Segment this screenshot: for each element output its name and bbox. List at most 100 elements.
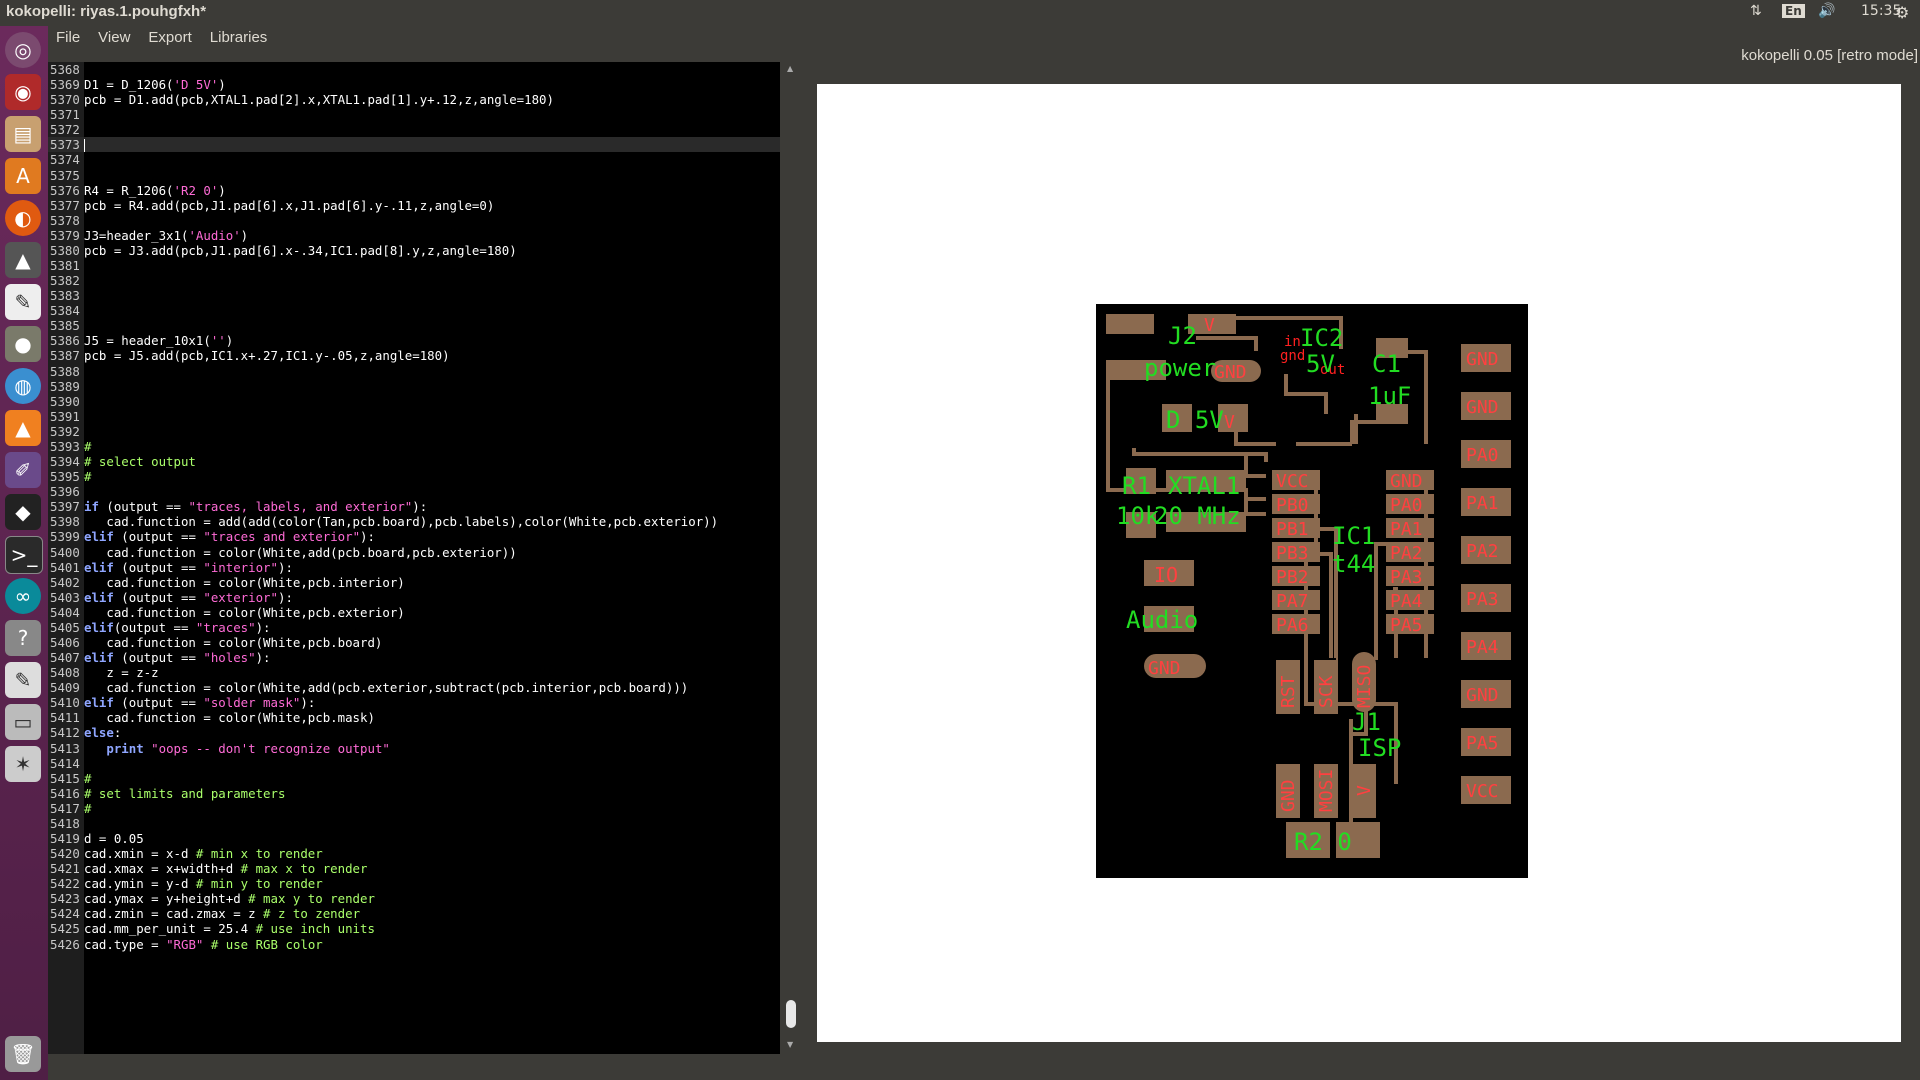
code-line[interactable]: 5399 elif (output == "traces and exterior… bbox=[48, 529, 780, 544]
code-line[interactable]: 5392 bbox=[48, 424, 780, 439]
code-line[interactable]: 5410 elif (output == "solder mask"): bbox=[48, 695, 780, 710]
pen-tool-icon[interactable]: ✐ bbox=[5, 452, 41, 488]
code-text-line[interactable]: cad.function = color(White,pcb.mask) bbox=[84, 710, 375, 725]
arduino-icon[interactable]: ∞ bbox=[5, 578, 41, 614]
code-line[interactable]: 5380 pcb = J3.add(pcb,J1.pad[6].x-.34,IC1… bbox=[48, 243, 780, 258]
drive-icon[interactable]: ▭ bbox=[5, 704, 41, 740]
code-line[interactable]: 5372 bbox=[48, 122, 780, 137]
menu-libraries[interactable]: Libraries bbox=[202, 28, 278, 46]
code-text-line[interactable]: pcb = J5.add(pcb,IC1.x+.27,IC1.y-.05,z,a… bbox=[84, 348, 450, 363]
code-text-line[interactable]: cad.xmin = x-d # min x to render bbox=[84, 846, 323, 861]
code-text-line[interactable]: if (output == "traces, labels, and exter… bbox=[84, 499, 427, 514]
code-line[interactable]: 5412 else: bbox=[48, 725, 780, 740]
code-line[interactable]: 5394 # select output bbox=[48, 454, 780, 469]
code-line[interactable]: 5376 R4 = R_1206('R2 0') bbox=[48, 183, 780, 198]
code-line[interactable]: 5373 bbox=[48, 137, 780, 153]
code-text-line[interactable]: cad.function = color(White,add(pcb.board… bbox=[84, 545, 516, 560]
network-icon[interactable]: ⇅ bbox=[1750, 3, 1762, 19]
code-line[interactable]: 5382 bbox=[48, 273, 780, 288]
code-text-line[interactable]: d = 0.05 bbox=[84, 831, 144, 846]
code-line[interactable]: 5389 bbox=[48, 379, 780, 394]
code-text-line[interactable]: # bbox=[84, 469, 91, 484]
code-text-line[interactable]: cad.ymin = y-d # min y to render bbox=[84, 876, 323, 891]
code-line[interactable]: 5419 d = 0.05 bbox=[48, 831, 780, 846]
code-line[interactable]: 5402 cad.function = color(White,pcb.inte… bbox=[48, 575, 780, 590]
code-line[interactable]: 5409 cad.function = color(White,add(pcb.… bbox=[48, 680, 780, 695]
code-text-line[interactable]: cad.function = color(White,add(pcb.exter… bbox=[84, 680, 688, 695]
code-line[interactable]: 5369 D1 = D_1206('D 5V') bbox=[48, 77, 780, 92]
inkscape-icon[interactable]: ▲ bbox=[5, 242, 41, 278]
code-line[interactable]: 5407 elif (output == "holes"): bbox=[48, 650, 780, 665]
scroll-down-icon[interactable]: ▼ bbox=[787, 1040, 793, 1049]
code-line[interactable]: 5413 print "oops -- don't recognize outp… bbox=[48, 741, 780, 756]
code-line[interactable]: 5400 cad.function = color(White,add(pcb.… bbox=[48, 545, 780, 560]
code-text-line[interactable]: cad.type = "RGB" # use RGB color bbox=[84, 937, 323, 952]
software-center-icon[interactable]: A bbox=[5, 158, 41, 194]
code-text-line[interactable]: R4 = R_1206('R2 0') bbox=[84, 183, 226, 198]
code-text-line[interactable]: elif (output == "traces and exterior"): bbox=[84, 529, 375, 544]
code-line[interactable]: 5374 bbox=[48, 152, 780, 167]
code-editor[interactable]: 5368 5369 D1 = D_1206('D 5V') 5370 pcb = D1.… bbox=[48, 62, 780, 1054]
flash-icon[interactable]: ◆ bbox=[5, 494, 41, 530]
code-line[interactable]: 5418 bbox=[48, 816, 780, 831]
code-line[interactable]: 5416 # set limits and parameters bbox=[48, 786, 780, 801]
code-line[interactable]: 5391 bbox=[48, 409, 780, 424]
code-line[interactable]: 5415 # bbox=[48, 771, 780, 786]
code-line[interactable]: 5368 bbox=[48, 62, 780, 77]
code-line[interactable]: 5379 J3=header_3x1('Audio') bbox=[48, 228, 780, 243]
menu-view[interactable]: View bbox=[90, 28, 140, 46]
code-line[interactable]: 5403 elif (output == "exterior"): bbox=[48, 590, 780, 605]
terminal-icon[interactable]: >_ bbox=[5, 536, 43, 574]
volume-icon[interactable]: 🔊 bbox=[1818, 3, 1835, 19]
code-text-line[interactable]: cad.function = color(White,pcb.board) bbox=[84, 635, 382, 650]
code-text-line[interactable]: pcb = J3.add(pcb,J1.pad[6].x-.34,IC1.pad… bbox=[84, 243, 517, 258]
code-text-line[interactable]: cad.function = color(White,pcb.exterior) bbox=[84, 605, 404, 620]
code-line[interactable]: 5404 cad.function = color(White,pcb.exte… bbox=[48, 605, 780, 620]
code-line[interactable]: 5387 pcb = J5.add(pcb,IC1.x+.27,IC1.y-.05… bbox=[48, 348, 780, 363]
code-text-line[interactable]: # select output bbox=[84, 454, 196, 469]
code-line[interactable]: 5385 bbox=[48, 318, 780, 333]
trash-icon[interactable]: 🗑 bbox=[5, 1036, 41, 1072]
code-text-line[interactable]: elif (output == "interior"): bbox=[84, 560, 293, 575]
scroll-up-icon[interactable]: ▲ bbox=[787, 64, 793, 73]
code-text-line[interactable]: else: bbox=[84, 725, 121, 740]
code-line[interactable]: 5396 bbox=[48, 484, 780, 499]
files-icon[interactable]: ▤ bbox=[5, 116, 41, 152]
code-text-line[interactable]: cad.zmin = cad.zmax = z # z to zender bbox=[84, 906, 360, 921]
code-text-line[interactable]: # bbox=[84, 439, 91, 454]
chromium-icon[interactable]: ◍ bbox=[5, 368, 41, 404]
code-text-line[interactable]: J5 = header_10x1('') bbox=[84, 333, 233, 348]
code-text-line[interactable]: elif(output == "traces"): bbox=[84, 620, 271, 635]
code-text-line[interactable]: pcb = D1.add(pcb,XTAL1.pad[2].x,XTAL1.pa… bbox=[84, 92, 554, 107]
code-line[interactable]: 5411 cad.function = color(White,pcb.mask… bbox=[48, 710, 780, 725]
code-text-line[interactable]: cad.function = add(add(color(Tan,pcb.boa… bbox=[84, 514, 718, 529]
scroll-thumb[interactable] bbox=[786, 1000, 796, 1028]
code-text-line[interactable]: # bbox=[84, 801, 91, 816]
code-line[interactable]: 5393 # bbox=[48, 439, 780, 454]
keyboard-indicator[interactable]: En bbox=[1782, 4, 1805, 18]
code-text-line[interactable]: elif (output == "exterior"): bbox=[84, 590, 293, 605]
text-editor-icon[interactable]: ✎ bbox=[5, 662, 41, 698]
kokopelli-icon[interactable]: ✶ bbox=[5, 746, 41, 782]
gimp-icon[interactable]: ● bbox=[5, 326, 41, 362]
code-text-line[interactable]: cad.function = color(White,pcb.interior) bbox=[84, 575, 404, 590]
code-line[interactable]: 5422 cad.ymin = y-d # min y to render bbox=[48, 876, 780, 891]
code-text-line[interactable]: J3=header_3x1('Audio') bbox=[84, 228, 248, 243]
code-text-line[interactable]: elif (output == "holes"): bbox=[84, 650, 271, 665]
code-line[interactable]: 5426 cad.type = "RGB" # use RGB color bbox=[48, 937, 780, 952]
editor-scrollbar[interactable]: ▲ ▼ bbox=[780, 62, 802, 1054]
code-line[interactable]: 5401 elif (output == "interior"): bbox=[48, 560, 780, 575]
code-line[interactable]: 5395 # bbox=[48, 469, 780, 484]
code-line[interactable]: 5381 bbox=[48, 258, 780, 273]
code-line[interactable]: 5417 # bbox=[48, 801, 780, 816]
code-line[interactable]: 5388 bbox=[48, 364, 780, 379]
code-line[interactable]: 5406 cad.function = color(White,pcb.boar… bbox=[48, 635, 780, 650]
code-text-line[interactable]: print "oops -- don't recognize output" bbox=[84, 741, 390, 756]
code-line[interactable]: 5386 J5 = header_10x1('') bbox=[48, 333, 780, 348]
code-line[interactable]: 5377 pcb = R4.add(pcb,J1.pad[6].x,J1.pad[… bbox=[48, 198, 780, 213]
code-line[interactable]: 5408 z = z-z bbox=[48, 665, 780, 680]
code-line[interactable]: 5371 bbox=[48, 107, 780, 122]
code-line[interactable]: 5424 cad.zmin = cad.zmax = z # z to zende… bbox=[48, 906, 780, 921]
code-line[interactable]: 5390 bbox=[48, 394, 780, 409]
code-line[interactable]: 5384 bbox=[48, 303, 780, 318]
